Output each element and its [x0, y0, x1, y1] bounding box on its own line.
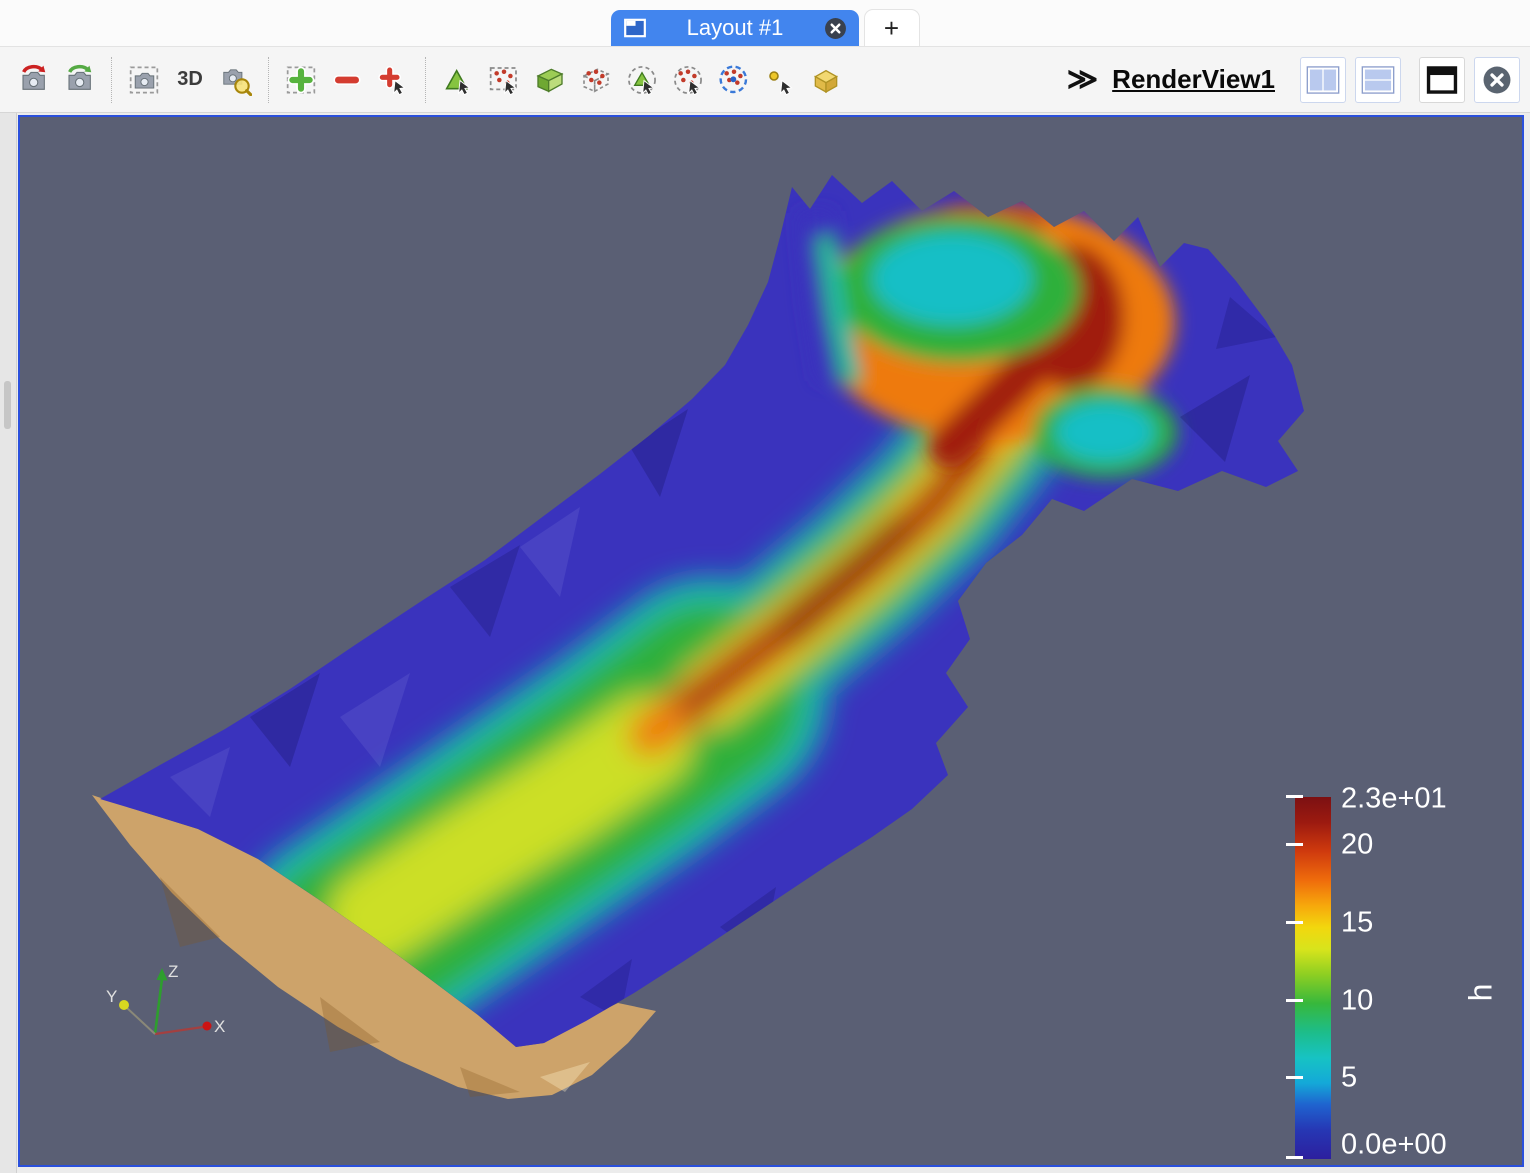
left-panel-splitter[interactable]: [0, 113, 17, 1173]
select-points-through-button[interactable]: [575, 59, 617, 101]
zoom-to-data-icon: [220, 64, 252, 96]
toggle-3d-button[interactable]: 3D: [169, 59, 211, 101]
interactive-select-cells-icon: [718, 64, 750, 96]
select-cells-polygon-button[interactable]: [621, 59, 663, 101]
toggle-3d-label: 3D: [177, 68, 203, 91]
split-vertical-button[interactable]: [1355, 57, 1401, 103]
render-view[interactable]: Z X Y 2.3e+01 20 15 10 5 0.0e+00 h: [18, 115, 1524, 1167]
select-cells-through-icon: [534, 64, 566, 96]
toggle-selection-button[interactable]: [372, 59, 414, 101]
new-tab-button[interactable]: +: [864, 9, 920, 46]
reset-camera-closest-icon: [63, 64, 95, 96]
select-cells-on-button[interactable]: [437, 59, 479, 101]
add-selection-button[interactable]: [280, 59, 322, 101]
subtract-selection-icon: [331, 64, 363, 96]
add-selection-icon: [285, 64, 317, 96]
toolbar-groups: 3D: [10, 57, 849, 103]
layout-window-icon: [623, 16, 647, 40]
toolbar: 3D ≫ RenderView1: [0, 47, 1530, 113]
color-legend-bar[interactable]: [1295, 797, 1331, 1159]
hover-points-query-button[interactable]: [759, 59, 801, 101]
select-points-on-button[interactable]: [483, 59, 525, 101]
zoom-to-box-button[interactable]: [123, 59, 165, 101]
select-points-through-icon: [580, 64, 612, 96]
selection-appearance-button[interactable]: [805, 59, 847, 101]
maximize-view-button[interactable]: [1419, 57, 1465, 103]
render-view-title: RenderView1: [1112, 64, 1275, 95]
selection-appearance-icon: [810, 64, 842, 96]
split-horizontal-icon: [1306, 63, 1340, 97]
maximize-icon: [1425, 63, 1459, 97]
split-vertical-icon: [1361, 63, 1395, 97]
reset-camera-closest-button[interactable]: [58, 59, 100, 101]
select-cells-on-icon: [442, 64, 474, 96]
zoom-to-box-icon: [128, 64, 160, 96]
select-points-polygon-icon: [672, 64, 704, 96]
close-view-button[interactable]: [1474, 57, 1520, 103]
select-points-polygon-button[interactable]: [667, 59, 709, 101]
toolbar-separator: [268, 57, 269, 103]
new-tab-label: +: [884, 13, 899, 44]
close-view-icon: [1480, 63, 1514, 97]
splitter-handle[interactable]: [4, 381, 11, 429]
split-horizontal-button[interactable]: [1300, 57, 1346, 103]
toggle-selection-icon: [377, 64, 409, 96]
toolbar-separator: [425, 57, 426, 103]
toolbar-separator: [111, 57, 112, 103]
reset-camera-button[interactable]: [12, 59, 54, 101]
reset-camera-icon: [17, 64, 49, 96]
select-cells-polygon-icon: [626, 64, 658, 96]
tab-layout-1[interactable]: Layout #1: [611, 10, 859, 46]
interactive-select-cells-button[interactable]: [713, 59, 755, 101]
tab-bar: Layout #1 +: [0, 0, 1530, 47]
select-points-on-icon: [488, 64, 520, 96]
subtract-selection-button[interactable]: [326, 59, 368, 101]
select-cells-through-button[interactable]: [529, 59, 571, 101]
zoom-to-data-button[interactable]: [215, 59, 257, 101]
tab-close-icon[interactable]: [824, 17, 847, 40]
viewport-area: Z X Y 2.3e+01 20 15 10 5 0.0e+00 h: [0, 113, 1530, 1173]
terrain-mesh: [92, 175, 1304, 1099]
toolbar-expander-icon[interactable]: ≫: [1061, 62, 1104, 97]
hover-points-query-icon: [764, 64, 796, 96]
tab-title: Layout #1: [659, 15, 812, 41]
